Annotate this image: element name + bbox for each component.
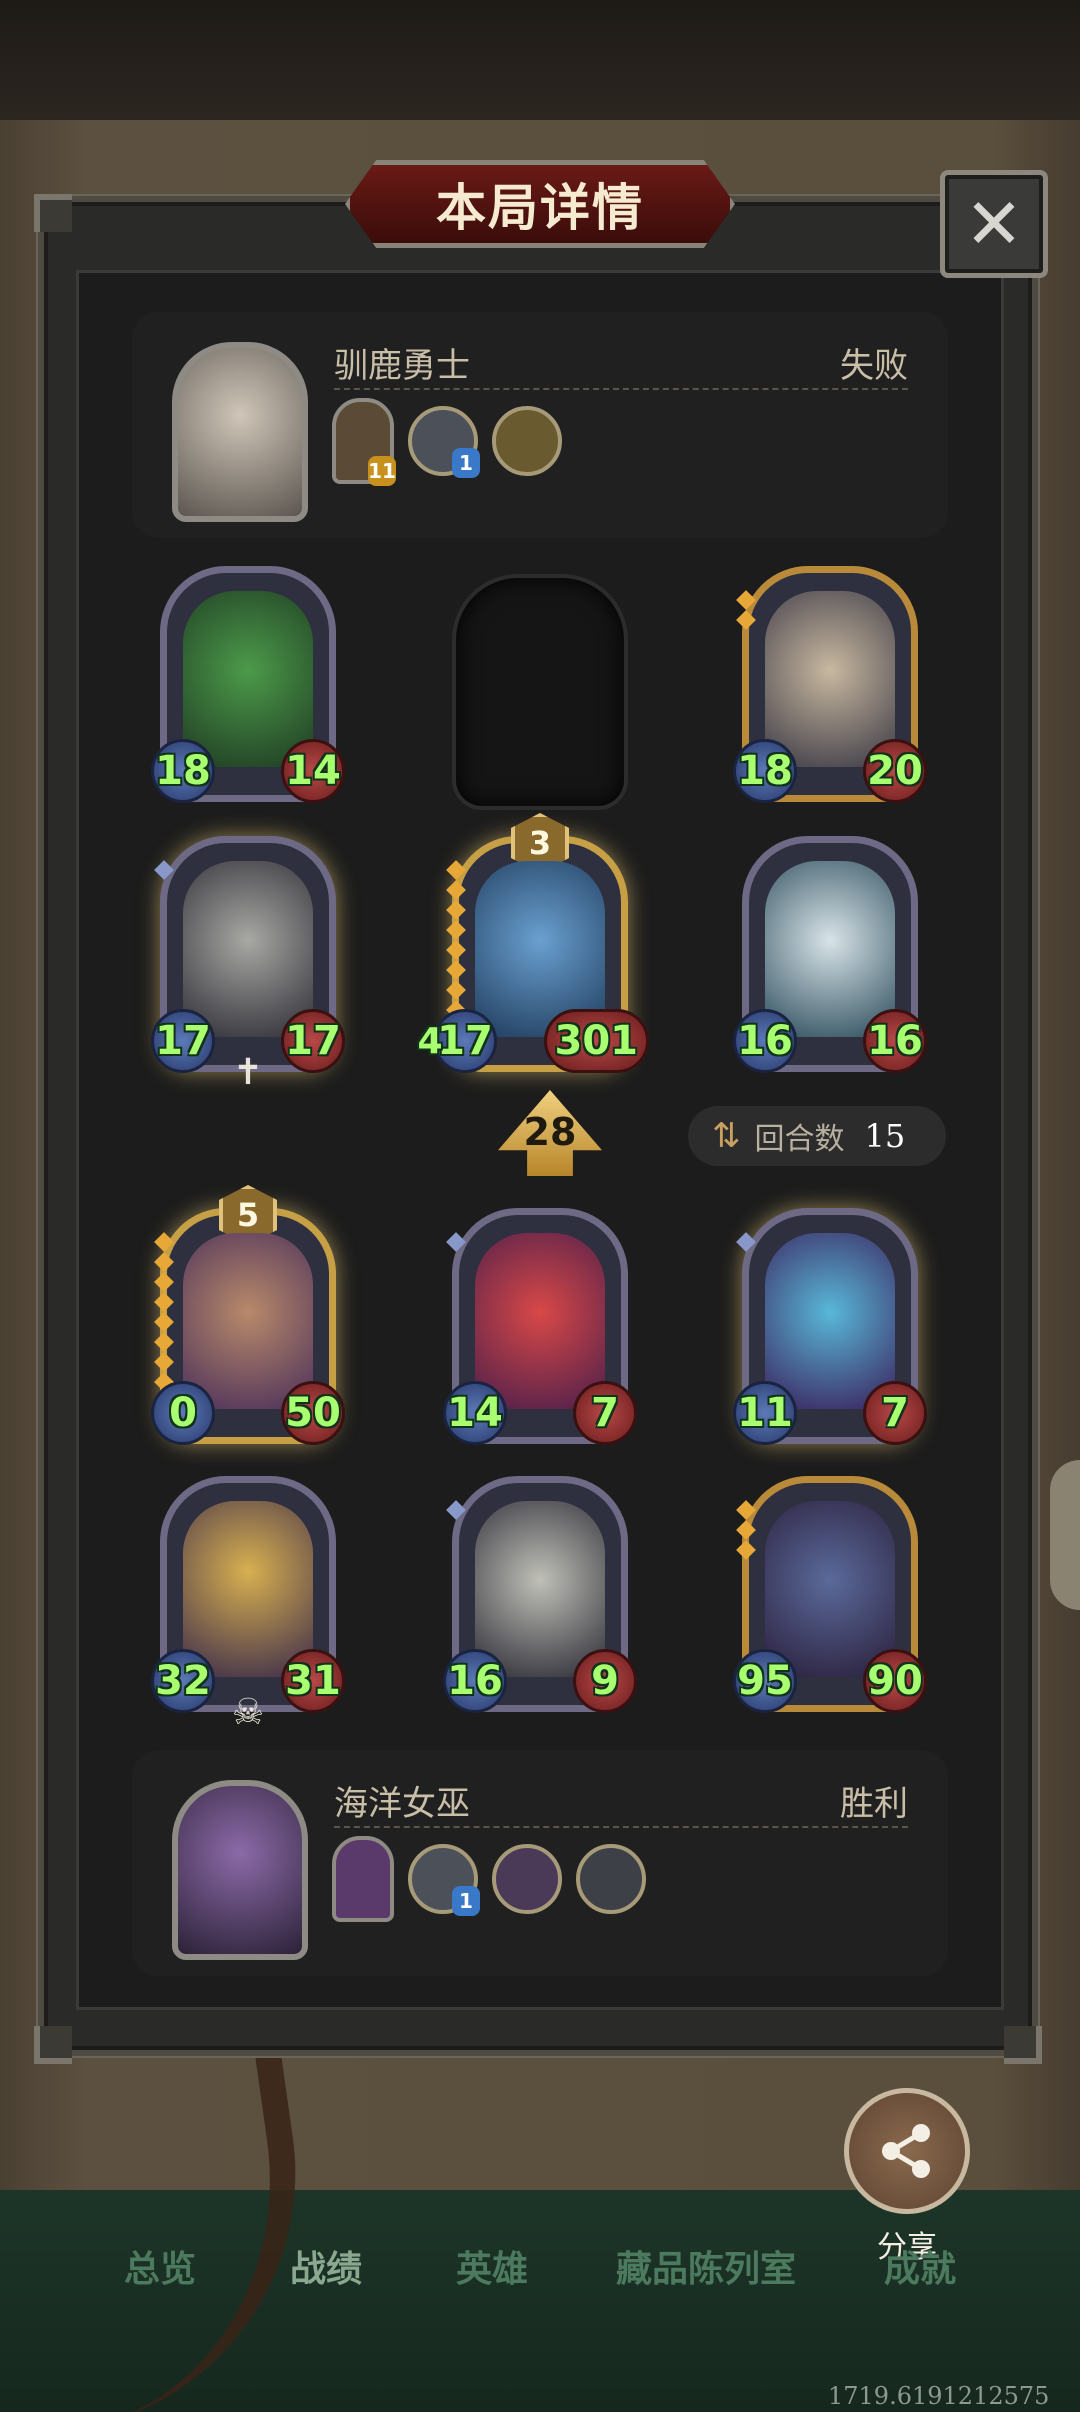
- unit-card-clown[interactable]: 14 7: [443, 1208, 637, 1445]
- star-pips: [446, 1232, 466, 1252]
- share-icon: [882, 2124, 930, 2178]
- corner-ornament: [34, 194, 72, 232]
- unit-card-white-serpent-dragon[interactable]: 16 16: [733, 836, 927, 1073]
- reindeer-warrior-portrait[interactable]: [172, 342, 308, 522]
- tab-heroes[interactable]: 英雄: [456, 2240, 528, 2292]
- unit-attack: 32: [151, 1649, 215, 1713]
- player-item-1[interactable]: [332, 1836, 394, 1922]
- player-result: 胜利: [840, 1784, 908, 1824]
- unit-card-blue-dragon[interactable]: 3 17 301 4: [417, 813, 649, 1073]
- star-pips: [154, 860, 174, 880]
- unit-health: 14: [281, 739, 345, 803]
- unit-health: 301: [543, 1009, 649, 1073]
- unit-health: 16: [863, 1009, 927, 1073]
- opponent-result: 失败: [840, 346, 908, 386]
- unit-attack: 16: [733, 1009, 797, 1073]
- player-item-2[interactable]: 1: [408, 1844, 480, 1916]
- unit-art: [475, 1233, 605, 1409]
- tab-record[interactable]: 战绩: [290, 2240, 362, 2292]
- unit-health: 7: [863, 1381, 927, 1445]
- opponent-name: 驯鹿勇士: [334, 346, 470, 386]
- star-pips: [446, 1500, 466, 1520]
- tab-collection[interactable]: 藏品陈列室: [616, 2240, 796, 2292]
- divider: [334, 1826, 908, 1828]
- item-badge: 11: [368, 456, 396, 486]
- unit-health: 9: [573, 1649, 637, 1713]
- unit-card-green-dragon[interactable]: 18 14: [151, 566, 345, 803]
- unit-art: [765, 591, 895, 767]
- repeat-icon: ⇅: [712, 1116, 741, 1156]
- star-pips: [154, 1232, 174, 1392]
- empty-slot: [452, 574, 628, 810]
- unit-art: [183, 1501, 313, 1677]
- opponent-item-2[interactable]: 1: [408, 406, 480, 478]
- unit-attack: 17: [151, 1009, 215, 1073]
- unit-attack: 11: [733, 1381, 797, 1445]
- unit-art: [475, 1501, 605, 1677]
- unit-art: [765, 861, 895, 1037]
- unit-health: 31: [281, 1649, 345, 1713]
- unit-health: 7: [573, 1381, 637, 1445]
- star-pips: [446, 860, 466, 1020]
- player-items: 1: [332, 1836, 646, 1922]
- corner-ornament: [1004, 2026, 1042, 2064]
- player-row: 海洋女巫 胜利 1: [132, 1750, 948, 1976]
- opponent-row: 驯鹿勇士 失败 11 1: [132, 312, 948, 538]
- round-counter: ⇅ 回合数 15: [688, 1106, 946, 1166]
- unit-card-grey-dragon[interactable]: 17 17 ✝: [151, 836, 345, 1093]
- tab-achievements[interactable]: 成就: [884, 2240, 956, 2292]
- star-pips: [736, 1500, 756, 1560]
- tab-overview[interactable]: 总览: [124, 2240, 196, 2292]
- page-title: 本局详情: [436, 179, 644, 237]
- unit-card-mech-sphere[interactable]: 32 31 ☠: [151, 1476, 345, 1733]
- unit-attack: 18: [151, 739, 215, 803]
- round-value: 15: [864, 1117, 906, 1155]
- unit-attack: 95: [733, 1649, 797, 1713]
- unit-art: [765, 1501, 895, 1677]
- star-pips: [736, 590, 756, 630]
- unit-art: [183, 861, 313, 1037]
- skull-icon: ☠: [231, 1692, 265, 1733]
- player-item-4[interactable]: [576, 1844, 646, 1914]
- unit-card-bone-dragon[interactable]: 16 9: [443, 1476, 637, 1713]
- opponent-item-3[interactable]: [492, 406, 562, 476]
- side-handle[interactable]: [1050, 1460, 1080, 1610]
- close-button[interactable]: ✕: [940, 170, 1048, 278]
- player-item-3[interactable]: [492, 1844, 562, 1914]
- bottom-tab-bar: 总览 战绩 英雄 藏品陈列室 成就: [0, 2240, 1080, 2300]
- grave-icon: ✝: [232, 1052, 264, 1093]
- close-icon: ✕: [964, 183, 1024, 265]
- round-label: 回合数: [754, 1122, 845, 1157]
- divider: [334, 388, 908, 390]
- star-pips: [736, 1232, 756, 1252]
- item-badge: 1: [452, 1886, 480, 1916]
- opponent-items: 11 1: [332, 398, 562, 486]
- unit-art: [765, 1233, 895, 1409]
- background-top: [0, 0, 1080, 140]
- unit-card-fairy[interactable]: 11 7: [733, 1208, 927, 1445]
- opponent-item-1[interactable]: 11: [332, 398, 396, 486]
- unit-attack: 0: [151, 1381, 215, 1445]
- unit-art: [183, 591, 313, 767]
- version-label: 1719.6191212575: [828, 2382, 1050, 2410]
- unit-card-horned-beast[interactable]: 18 20: [733, 566, 927, 803]
- attack-arrow-value: 28: [523, 1110, 577, 1154]
- unit-health: 17: [281, 1009, 345, 1073]
- unit-health: 50: [281, 1381, 345, 1445]
- unit-art: [183, 1233, 313, 1409]
- unit-extra-stat: 4: [417, 1020, 443, 1062]
- unit-attack: 14: [443, 1381, 507, 1445]
- title-plate: 本局详情: [345, 160, 735, 248]
- unit-card-shadow-beast[interactable]: 95 90: [733, 1476, 927, 1713]
- unit-health: 90: [863, 1649, 927, 1713]
- sea-witch-portrait[interactable]: [172, 1780, 308, 1960]
- share-button[interactable]: [844, 2088, 970, 2214]
- unit-attack: 18: [733, 739, 797, 803]
- unit-health: 20: [863, 739, 927, 803]
- corner-ornament: [34, 2026, 72, 2064]
- unit-attack: 16: [443, 1649, 507, 1713]
- unit-card-archer[interactable]: 5 0 50: [151, 1185, 345, 1445]
- player-name: 海洋女巫: [334, 1784, 470, 1824]
- item-badge: 1: [452, 448, 480, 478]
